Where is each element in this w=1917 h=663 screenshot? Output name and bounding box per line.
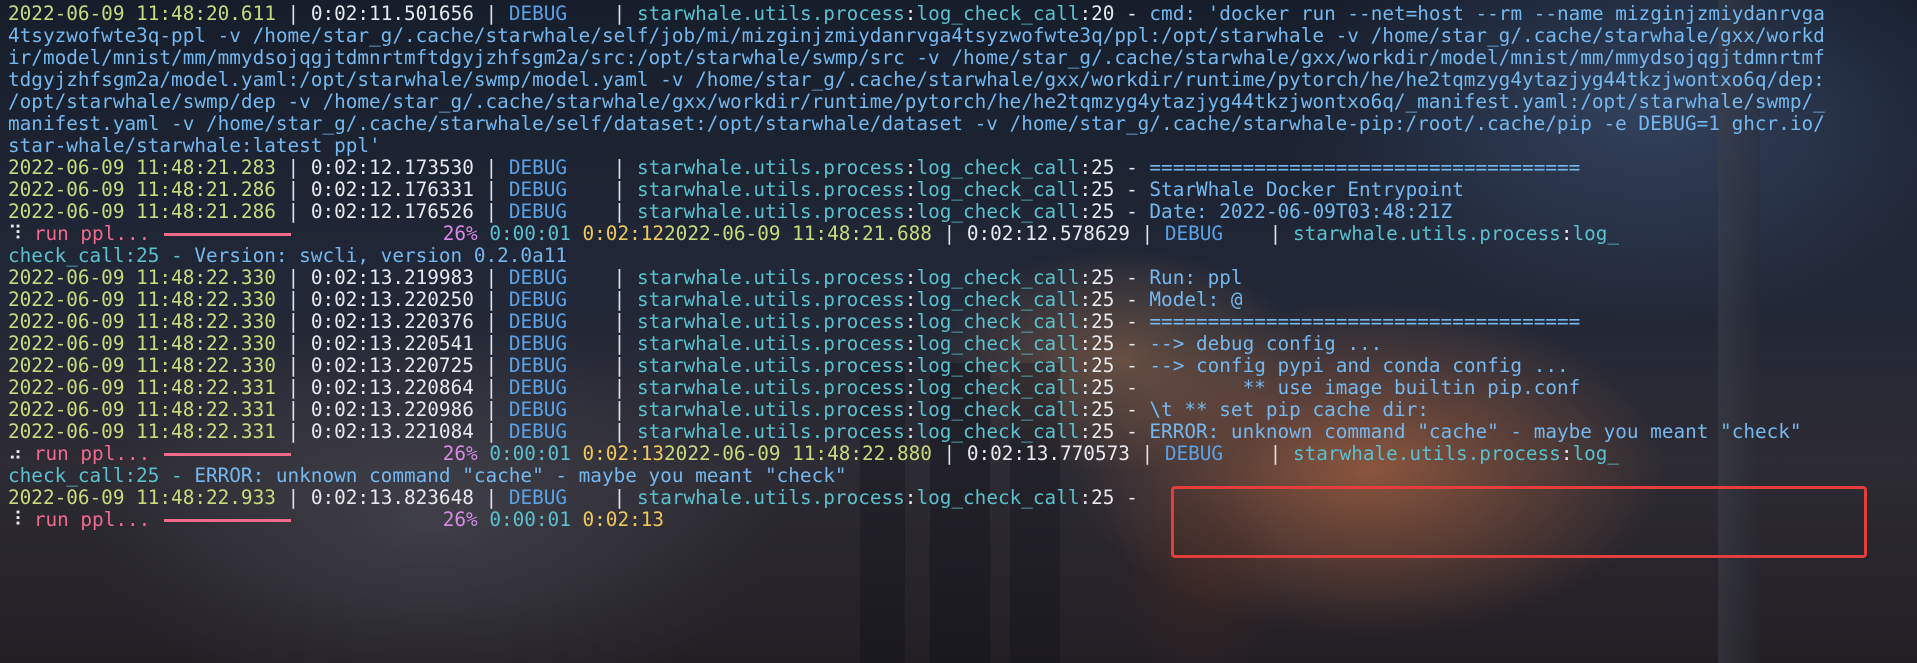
- spinner-icon: ⠸: [8, 508, 23, 531]
- progress-total: 0:02:13: [582, 508, 665, 531]
- progress-percent: 26%: [442, 508, 478, 531]
- progress-elapsed: 0:00:01: [489, 508, 571, 531]
- progress-bar: [164, 519, 292, 522]
- progress-bar: [164, 453, 292, 456]
- progress-line: ⠸ run ppl... 26% 0:00:01 0:02:13: [8, 506, 1913, 533]
- terminal-window[interactable]: 2022-06-09 11:48:20.611 | 0:02:11.501656…: [0, 0, 1917, 663]
- progress-bar: [164, 233, 292, 236]
- progress-label: run ppl...: [33, 508, 151, 531]
